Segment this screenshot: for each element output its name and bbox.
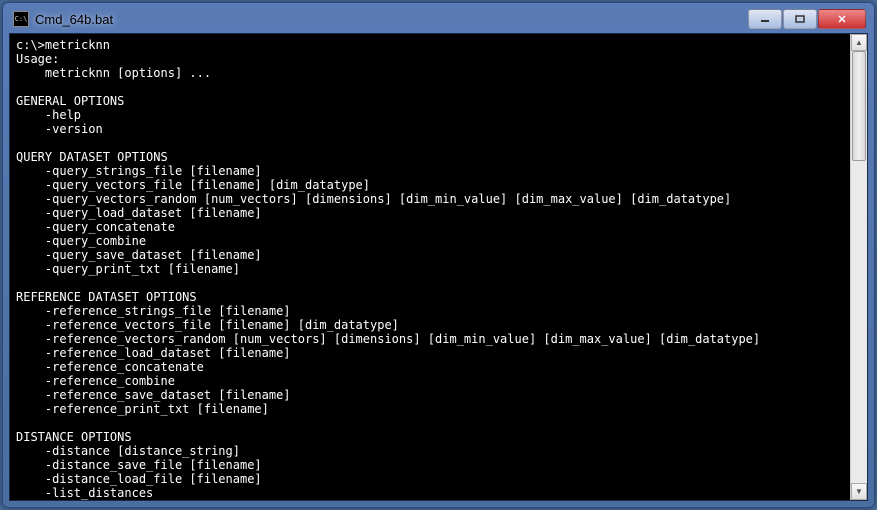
scroll-up-button[interactable]: ▲ bbox=[851, 34, 867, 51]
window-title: Cmd_64b.bat bbox=[35, 12, 748, 27]
minimize-button[interactable] bbox=[748, 9, 782, 29]
maximize-icon bbox=[794, 14, 806, 24]
minimize-icon bbox=[759, 14, 771, 24]
scroll-track[interactable] bbox=[851, 51, 867, 483]
scrollbar[interactable]: ▲ ▼ bbox=[850, 34, 867, 500]
app-icon: C:\ bbox=[13, 11, 29, 27]
maximize-button[interactable] bbox=[783, 9, 817, 29]
titlebar[interactable]: C:\ Cmd_64b.bat bbox=[9, 9, 868, 33]
close-button[interactable] bbox=[818, 9, 866, 29]
window-controls bbox=[748, 9, 866, 29]
console-output[interactable]: c:\>metricknn Usage: metricknn [options]… bbox=[10, 34, 850, 500]
console-container: c:\>metricknn Usage: metricknn [options]… bbox=[9, 33, 868, 501]
scroll-thumb[interactable] bbox=[852, 51, 866, 161]
scroll-down-button[interactable]: ▼ bbox=[851, 483, 867, 500]
window-frame: C:\ Cmd_64b.bat c:\>metricknn Usage: met… bbox=[2, 2, 875, 508]
close-icon bbox=[836, 14, 848, 24]
